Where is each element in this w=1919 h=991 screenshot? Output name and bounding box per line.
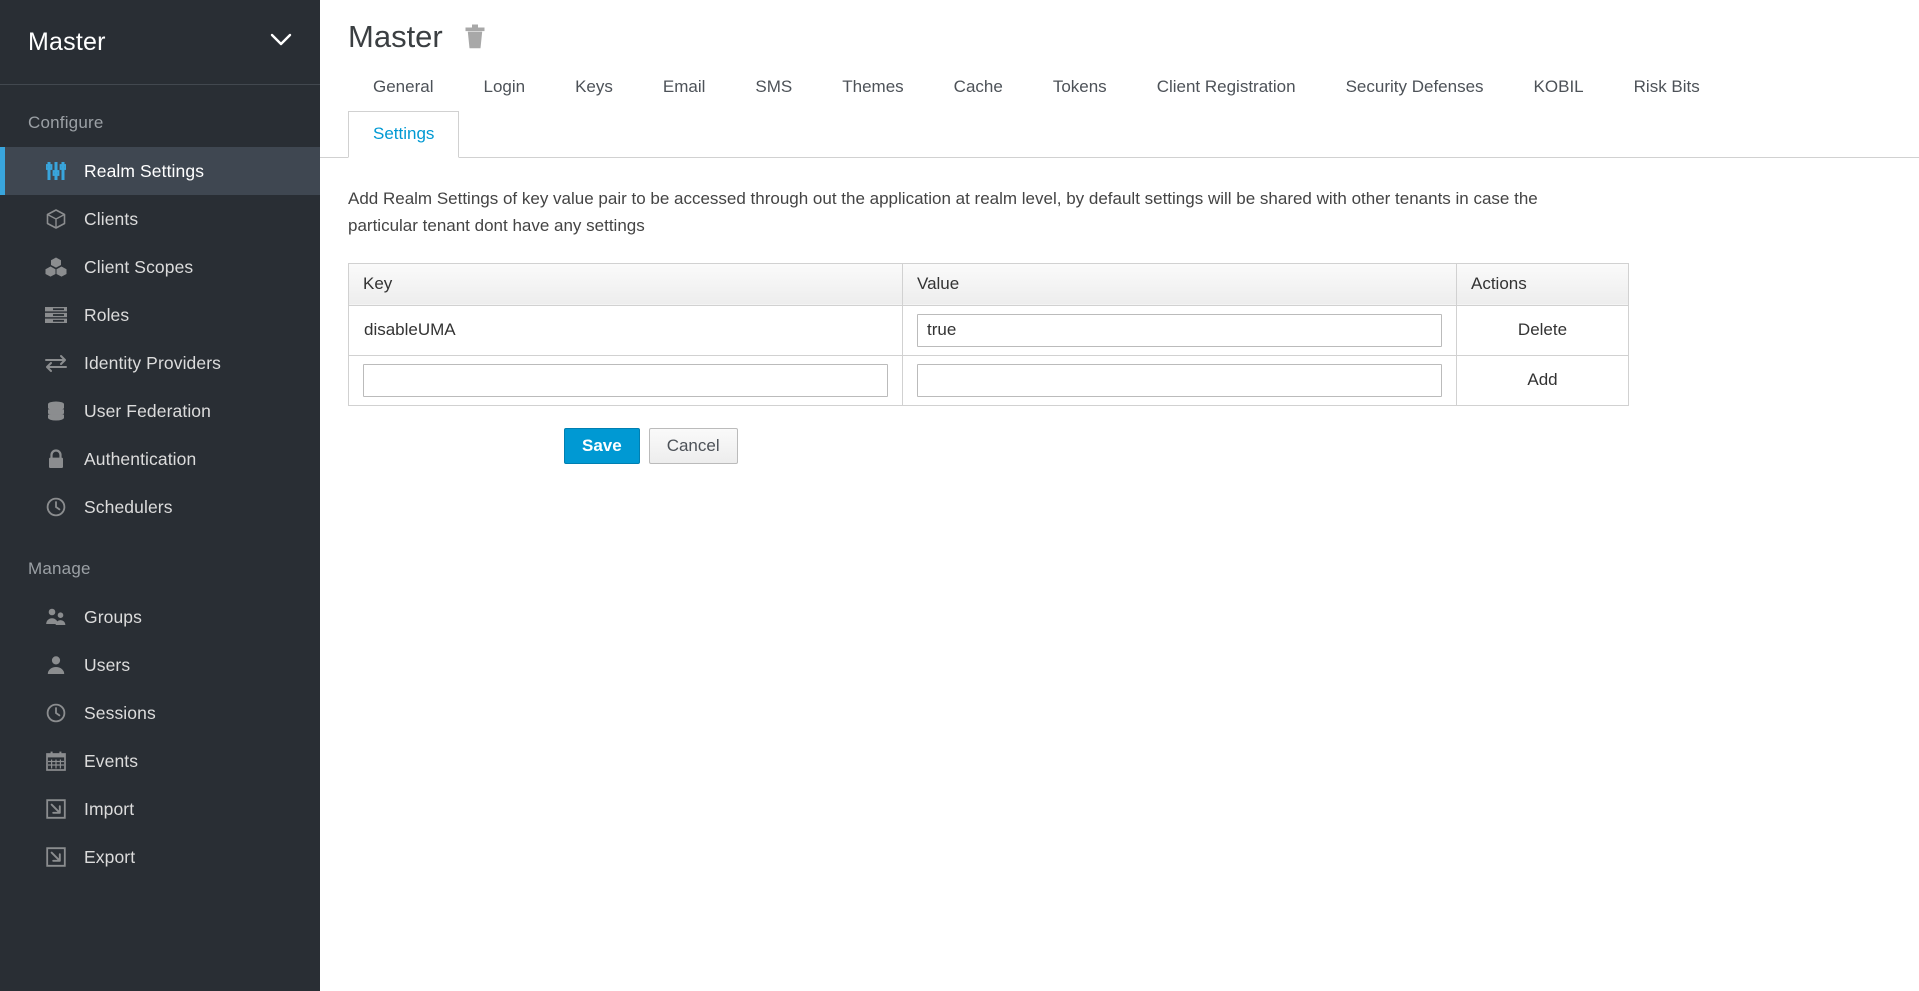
page-title: Master bbox=[348, 19, 443, 54]
table-row: disableUMA Delete bbox=[348, 304, 1629, 356]
cube-icon bbox=[44, 208, 68, 230]
sidebar-item-label: Events bbox=[84, 750, 139, 771]
sidebar-item-label: Roles bbox=[84, 304, 130, 325]
sidebar-item-label: Schedulers bbox=[84, 496, 173, 517]
database-icon bbox=[44, 400, 68, 422]
key-value-table: Key Value Actions disableUMA true Delete… bbox=[348, 262, 1629, 406]
settings-description: Add Realm Settings of key value pair to … bbox=[348, 189, 1538, 235]
clock-icon bbox=[44, 496, 68, 518]
sub-tabs: Settings bbox=[320, 111, 1919, 159]
save-button[interactable]: Save bbox=[564, 427, 640, 465]
tab-email[interactable]: Email bbox=[638, 67, 731, 111]
sidebar-item-label: User Federation bbox=[84, 400, 211, 421]
cell-value bbox=[902, 354, 1457, 406]
sidebar-item-label: Realm Settings bbox=[84, 160, 205, 181]
tab-tokens[interactable]: Tokens bbox=[1028, 67, 1132, 111]
new-key-input[interactable] bbox=[363, 363, 888, 397]
trash-icon[interactable] bbox=[463, 24, 487, 50]
sidebar-item-events[interactable]: Events bbox=[0, 737, 320, 785]
column-header-value: Value bbox=[902, 262, 1457, 306]
list-rows-icon bbox=[44, 304, 68, 326]
tab-keys[interactable]: Keys bbox=[550, 67, 638, 111]
sidebar-item-users[interactable]: Users bbox=[0, 641, 320, 689]
column-header-key: Key bbox=[348, 262, 903, 306]
chevron-down-icon bbox=[270, 33, 292, 52]
realm-tabs: General Login Keys Email SMS Themes Cach… bbox=[320, 67, 1919, 111]
table-body: disableUMA Delete bbox=[348, 304, 1629, 406]
tab-general[interactable]: General bbox=[348, 67, 458, 111]
value-input[interactable] bbox=[917, 313, 1442, 347]
app-root: Master Configure Realm Settings Clients … bbox=[0, 0, 1919, 991]
table-row: Add bbox=[348, 354, 1629, 406]
exchange-arrows-icon bbox=[44, 352, 68, 374]
realm-selector-label: Master bbox=[28, 27, 106, 56]
sidebar-item-label: Authentication bbox=[84, 448, 197, 469]
sidebar-item-label: Client Scopes bbox=[84, 256, 194, 277]
tab-client-registration[interactable]: Client Registration bbox=[1132, 67, 1321, 111]
column-header-actions: Actions bbox=[1456, 262, 1629, 306]
user-icon bbox=[44, 654, 68, 676]
page-header: Master bbox=[320, 0, 1919, 61]
users-group-icon bbox=[44, 606, 68, 628]
clock-icon bbox=[44, 702, 68, 724]
sidebar-section-configure-title: Configure bbox=[28, 113, 104, 132]
tab-settings[interactable]: Settings bbox=[348, 111, 460, 159]
lock-icon bbox=[44, 448, 68, 470]
cubes-icon bbox=[44, 256, 68, 278]
add-link[interactable]: Add bbox=[1527, 370, 1557, 389]
sliders-icon bbox=[44, 160, 68, 182]
sidebar: Master Configure Realm Settings Clients … bbox=[0, 0, 320, 991]
table-header: Key Value Actions bbox=[348, 262, 1629, 306]
sidebar-item-authentication[interactable]: Authentication bbox=[0, 435, 320, 483]
main-content: Master General Login Keys Email SMS Them… bbox=[320, 0, 1919, 991]
tab-sms[interactable]: SMS bbox=[730, 67, 817, 111]
tab-risk-bits[interactable]: Risk Bits bbox=[1609, 67, 1725, 111]
sidebar-item-label: Clients bbox=[84, 208, 139, 229]
export-arrow-icon bbox=[44, 846, 68, 868]
key-text: disableUMA bbox=[364, 320, 456, 340]
sidebar-item-client-scopes[interactable]: Client Scopes bbox=[0, 243, 320, 291]
sidebar-item-realm-settings[interactable]: Realm Settings bbox=[0, 147, 320, 195]
cell-key: disableUMA bbox=[348, 304, 903, 356]
sidebar-item-label: Identity Providers bbox=[84, 352, 221, 373]
sidebar-item-import[interactable]: Import bbox=[0, 785, 320, 833]
realm-selector[interactable]: Master bbox=[0, 0, 320, 85]
sidebar-item-label: Export bbox=[84, 846, 136, 867]
calendar-icon bbox=[44, 750, 68, 772]
cell-value bbox=[902, 304, 1457, 356]
cancel-button[interactable]: Cancel bbox=[648, 427, 738, 465]
cell-actions[interactable]: Delete bbox=[1456, 304, 1629, 356]
sidebar-item-groups[interactable]: Groups bbox=[0, 593, 320, 641]
sidebar-item-sessions[interactable]: Sessions bbox=[0, 689, 320, 737]
new-value-input[interactable] bbox=[917, 363, 1442, 397]
tab-login[interactable]: Login bbox=[458, 67, 550, 111]
import-arrow-icon bbox=[44, 798, 68, 820]
sidebar-item-label: Sessions bbox=[84, 702, 156, 723]
sidebar-item-schedulers[interactable]: Schedulers bbox=[0, 483, 320, 531]
table-header-row: Key Value Actions bbox=[348, 262, 1629, 306]
key-value-table-wrap: Key Value Actions disableUMA true Delete… bbox=[320, 239, 1919, 406]
cell-key bbox=[348, 354, 903, 406]
sidebar-item-user-federation[interactable]: User Federation bbox=[0, 387, 320, 435]
sidebar-item-label: Import bbox=[84, 798, 135, 819]
form-actions: Save Cancel bbox=[320, 406, 1919, 465]
sidebar-item-export[interactable]: Export bbox=[0, 833, 320, 881]
sidebar-item-identity-providers[interactable]: Identity Providers bbox=[0, 339, 320, 387]
sidebar-section-manage-title: Manage bbox=[28, 559, 91, 578]
tab-themes[interactable]: Themes bbox=[817, 67, 928, 111]
tab-kobil[interactable]: KOBIL bbox=[1509, 67, 1609, 111]
delete-link[interactable]: Delete bbox=[1518, 320, 1567, 339]
sidebar-item-clients[interactable]: Clients bbox=[0, 195, 320, 243]
sidebar-item-label: Groups bbox=[84, 606, 142, 627]
tab-cache[interactable]: Cache bbox=[929, 67, 1028, 111]
cell-actions[interactable]: Add bbox=[1456, 354, 1629, 406]
sidebar-item-roles[interactable]: Roles bbox=[0, 291, 320, 339]
tab-security-defenses[interactable]: Security Defenses bbox=[1321, 67, 1509, 111]
sidebar-item-label: Users bbox=[84, 654, 131, 675]
